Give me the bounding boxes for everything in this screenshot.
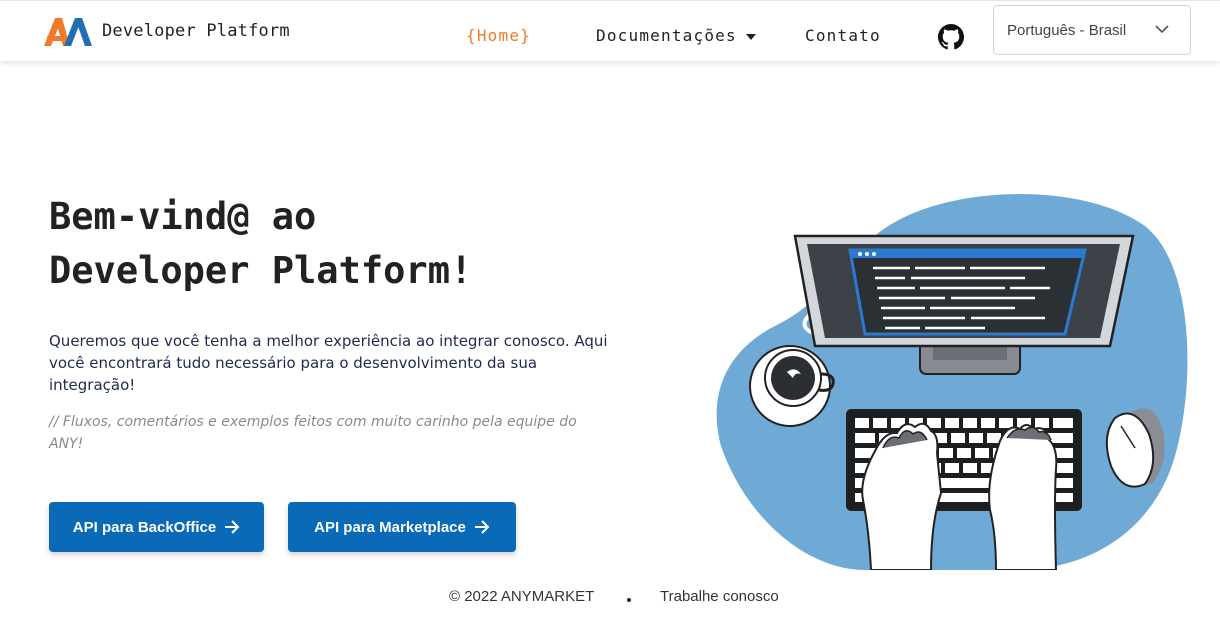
caret-down-icon [745, 33, 756, 40]
hero-title-line-1: Bem-vind@ ao [49, 195, 317, 238]
brand-link[interactable]: Developer Platform [44, 14, 290, 48]
separator-dot [627, 598, 631, 602]
anymarket-logo-icon [44, 18, 92, 46]
language-select[interactable]: Português - Brasil [993, 5, 1191, 55]
nav-contact-link[interactable]: Contato [805, 26, 881, 45]
footer: © 2022 ANYMARKET Trabalhe conosco [0, 586, 1220, 610]
brand-name: Developer Platform [102, 21, 290, 41]
copyright-text: © 2022 ANYMARKET [449, 588, 595, 605]
top-navbar: Developer Platform {Home} Documentações … [0, 0, 1220, 61]
nav-docs-label: Documentações [596, 26, 737, 45]
arrow-right-icon [474, 520, 490, 534]
developer-workstation-illustration [716, 194, 1188, 570]
arrow-right-icon [225, 520, 240, 534]
hero-comment-text: // Fluxos, comentários e exemplos feitos… [49, 414, 577, 452]
language-select-value: Português - Brasil [1007, 21, 1127, 39]
hero-title: Bem-vind@ ao Developer Platform! [49, 190, 609, 298]
hero-title-line-2: Developer Platform! [49, 249, 473, 292]
hero-intro-text: Queremos que você tenha a melhor experiê… [49, 332, 608, 394]
nav-docs-dropdown[interactable]: Documentações [596, 26, 756, 45]
nav-home-link[interactable]: {Home} [466, 26, 531, 45]
github-icon[interactable] [938, 24, 964, 50]
api-marketplace-label: API para Marketplace [314, 518, 466, 536]
chevron-down-icon [1155, 25, 1169, 34]
careers-link[interactable]: Trabalhe conosco [660, 588, 779, 605]
api-marketplace-button[interactable]: API para Marketplace [288, 502, 516, 552]
api-backoffice-label: API para BackOffice [72, 518, 217, 536]
api-backoffice-button[interactable]: API para BackOffice [49, 502, 264, 552]
